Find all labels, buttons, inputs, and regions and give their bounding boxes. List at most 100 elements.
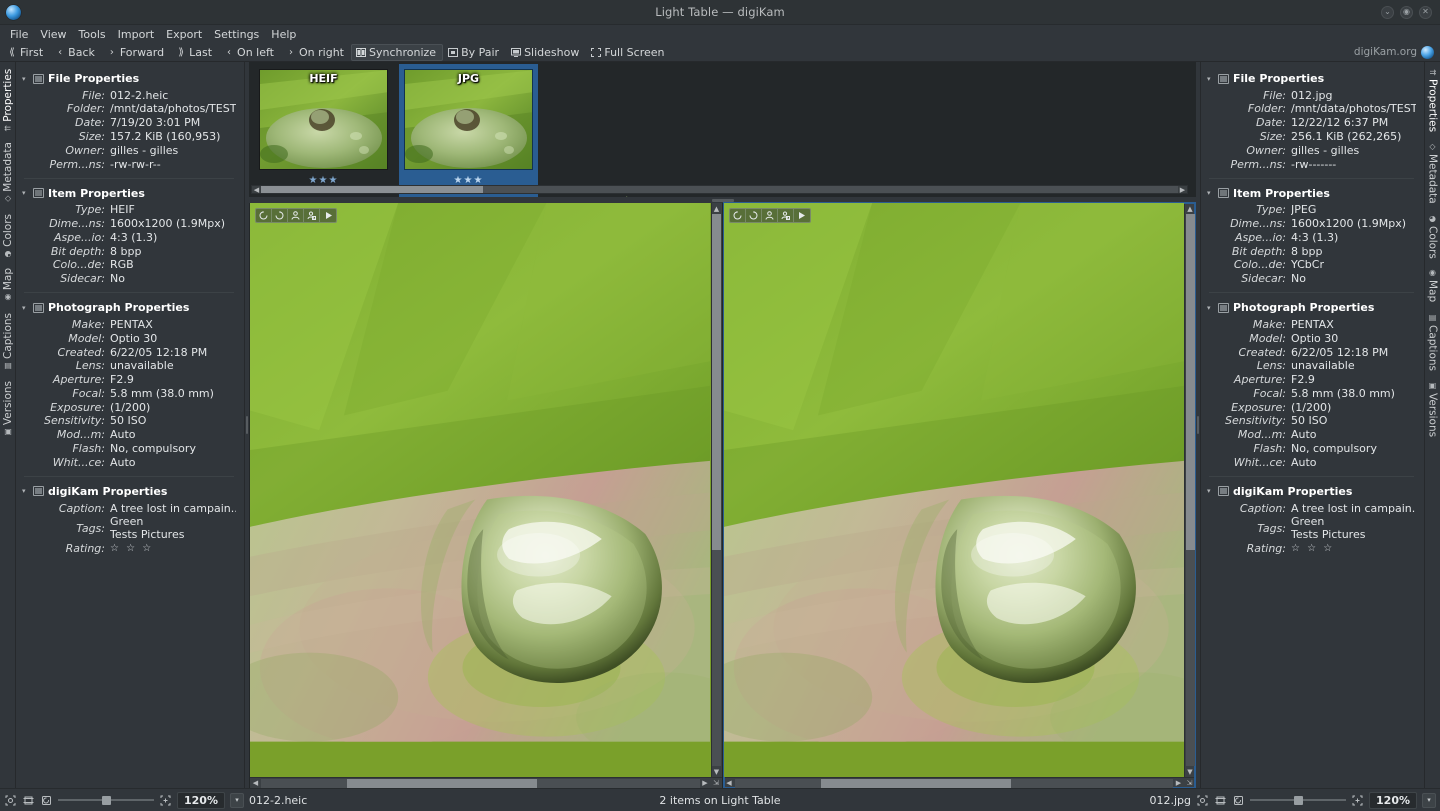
- sidebar-item-colors-left[interactable]: ◕ Colors: [1, 209, 15, 264]
- scroll-right-icon[interactable]: ▶: [1173, 779, 1184, 787]
- sidebar-item-map-right[interactable]: ◉ Map: [1426, 263, 1440, 307]
- scroll-up-icon[interactable]: ▲: [1185, 203, 1196, 214]
- preview-pane-right[interactable]: ▲ ▼ ◀ ▶ ⇲: [722, 202, 1196, 789]
- resize-corner-icon[interactable]: ⇲: [711, 778, 722, 789]
- play-icon[interactable]: [320, 209, 336, 222]
- toolbar-forward-button[interactable]: › Forward: [102, 44, 171, 61]
- toolbar-slideshow-button[interactable]: Slideshow: [506, 44, 586, 61]
- sidebar-item-captions-right[interactable]: ▤ Captions: [1426, 308, 1440, 376]
- sidebar-item-properties-right[interactable]: ⇈ Properties: [1426, 64, 1440, 137]
- rotate-right-icon[interactable]: [272, 209, 288, 222]
- preview-hscrollbar-left[interactable]: ◀ ▶ ⇲: [250, 777, 722, 788]
- menu-help[interactable]: Help: [265, 27, 302, 42]
- preview-vscrollbar-left[interactable]: ▲ ▼: [710, 203, 722, 777]
- toolbar-on-left-button[interactable]: ‹ On left: [219, 44, 281, 61]
- sidebar-item-metadata-right[interactable]: ◇ Metadata: [1426, 137, 1440, 209]
- thumbnail-scrollbar[interactable]: ◀ ▶: [251, 185, 1188, 194]
- group-header-item-properties-right[interactable]: ▾ Item Properties: [1207, 185, 1416, 204]
- sidebar-item-properties-left[interactable]: ⇈ Properties: [1, 64, 15, 137]
- preview-pane-left[interactable]: ▲ ▼ ◀ ▶ ⇲: [250, 203, 722, 788]
- menu-tools[interactable]: Tools: [73, 27, 112, 42]
- scroll-track[interactable]: [261, 186, 1178, 193]
- chevron-right-icon[interactable]: ›: [625, 190, 631, 197]
- rating-stars[interactable]: ☆ ☆ ☆: [110, 543, 153, 556]
- scroll-down-icon[interactable]: ▼: [711, 766, 722, 777]
- group-header-photograph-properties-left[interactable]: ▾ Photograph Properties: [22, 299, 236, 318]
- scroll-track[interactable]: [734, 778, 1173, 788]
- scroll-thumb[interactable]: [347, 778, 537, 788]
- toolbar-back-button[interactable]: ‹ Back: [50, 44, 102, 61]
- scroll-track[interactable]: [1185, 214, 1195, 766]
- scroll-track[interactable]: [261, 778, 700, 788]
- zoom-slider-right[interactable]: [1250, 794, 1347, 807]
- preview-hscrollbar-right[interactable]: ◀ ▶ ⇲: [723, 777, 1195, 789]
- rotate-left-icon[interactable]: [730, 209, 746, 222]
- scroll-thumb[interactable]: [712, 214, 721, 550]
- scroll-track[interactable]: [712, 214, 721, 766]
- toolbar-synchronize-button[interactable]: Synchronize: [350, 43, 444, 61]
- zoom-level-right[interactable]: 120%: [1369, 791, 1417, 809]
- fit-to-window-icon[interactable]: [1196, 794, 1209, 807]
- menu-view[interactable]: View: [34, 27, 72, 42]
- preview-vscrollbar-right[interactable]: ▲ ▼: [1184, 203, 1195, 777]
- right-splitter[interactable]: [1196, 62, 1200, 788]
- scroll-up-icon[interactable]: ▲: [711, 203, 722, 214]
- toolbar-full-screen-button[interactable]: Full Screen: [586, 44, 671, 61]
- slider-knob[interactable]: [102, 795, 111, 805]
- toolbar-by-pair-button[interactable]: By Pair: [443, 44, 506, 61]
- zoom-in-icon[interactable]: [1351, 794, 1364, 807]
- person-tag-icon[interactable]: [304, 209, 320, 222]
- toolbar-brand[interactable]: digiKam.org: [1354, 45, 1440, 59]
- zoom-100-icon[interactable]: [1214, 794, 1227, 807]
- scroll-left-icon[interactable]: ◀: [724, 779, 735, 787]
- scroll-right-icon[interactable]: ▶: [700, 779, 711, 787]
- person-icon[interactable]: [762, 209, 778, 222]
- person-tag-icon[interactable]: [778, 209, 794, 222]
- zoom-100-icon[interactable]: [22, 794, 35, 807]
- preview-canvas-left[interactable]: [250, 203, 711, 777]
- scroll-thumb[interactable]: [261, 186, 483, 193]
- toolbar-on-right-button[interactable]: › On right: [281, 44, 351, 61]
- zoom-dropdown-left[interactable]: ▾: [229, 792, 244, 808]
- slider-knob[interactable]: [1294, 795, 1304, 805]
- fit-to-window-icon[interactable]: [4, 794, 17, 807]
- menu-settings[interactable]: Settings: [208, 27, 265, 42]
- zoom-reset-icon[interactable]: [40, 794, 53, 807]
- play-icon[interactable]: [794, 209, 810, 222]
- group-header-item-properties-left[interactable]: ▾ Item Properties: [22, 185, 236, 204]
- scroll-thumb[interactable]: [820, 778, 1011, 788]
- toolbar-first-button[interactable]: ⟪ First: [2, 44, 50, 61]
- group-header-digikam-properties-right[interactable]: ▾ digiKam Properties: [1207, 483, 1416, 502]
- zoom-level-left[interactable]: 120%: [177, 791, 225, 809]
- sidebar-item-captions-left[interactable]: ▤ Captions: [1, 308, 15, 376]
- menu-export[interactable]: Export: [160, 27, 208, 42]
- preview-canvas-right[interactable]: [723, 203, 1184, 777]
- zoom-slider-left[interactable]: [58, 794, 154, 807]
- menu-import[interactable]: Import: [112, 27, 161, 42]
- resize-corner-icon[interactable]: ⇲: [1184, 778, 1195, 789]
- menu-file[interactable]: File: [4, 27, 34, 42]
- group-header-photograph-properties-right[interactable]: ▾ Photograph Properties: [1207, 299, 1416, 318]
- scroll-right-icon[interactable]: ▶: [1178, 186, 1187, 194]
- rotate-left-icon[interactable]: [256, 209, 272, 222]
- group-header-file-properties-right[interactable]: ▾ File Properties: [1207, 70, 1416, 89]
- rotate-right-icon[interactable]: [746, 209, 762, 222]
- scroll-down-icon[interactable]: ▼: [1185, 766, 1196, 777]
- thumbnail-item-jpg[interactable]: JPG ★★★: [399, 64, 538, 197]
- group-header-digikam-properties-left[interactable]: ▾ digiKam Properties: [22, 483, 236, 502]
- sidebar-item-versions-left[interactable]: ▣ Versions: [1, 376, 15, 442]
- group-header-file-properties-left[interactable]: ▾ File Properties: [22, 70, 236, 89]
- sidebar-item-metadata-left[interactable]: ◇ Metadata: [1, 137, 15, 209]
- sidebar-item-map-left[interactable]: ◉ Map: [1, 263, 15, 307]
- scroll-thumb[interactable]: [1185, 214, 1195, 550]
- zoom-dropdown-right[interactable]: ▾: [1422, 792, 1436, 808]
- zoom-in-icon[interactable]: [159, 794, 172, 807]
- scroll-left-icon[interactable]: ◀: [252, 186, 261, 194]
- sidebar-item-versions-right[interactable]: ▣ Versions: [1426, 376, 1440, 442]
- thumbnail-item-heif[interactable]: HEIF ★★★: [254, 64, 393, 197]
- toolbar-last-button[interactable]: ⟫ Last: [171, 44, 219, 61]
- zoom-reset-icon[interactable]: [1232, 794, 1245, 807]
- rating-stars[interactable]: ☆ ☆ ☆: [1291, 543, 1334, 556]
- scroll-left-icon[interactable]: ◀: [250, 779, 261, 787]
- person-icon[interactable]: [288, 209, 304, 222]
